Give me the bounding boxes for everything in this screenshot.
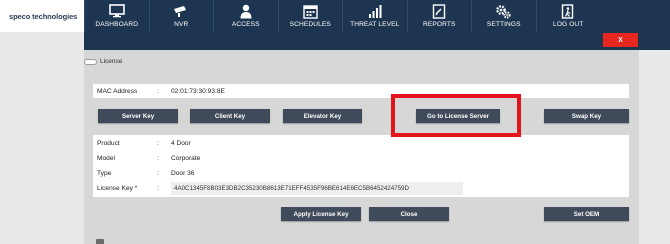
nav-schedules[interactable]: SCHEDULES xyxy=(277,0,343,32)
mac-address-separator: : xyxy=(157,87,159,95)
license-content: License MAC Address : 02:01:73:30:93:8E … xyxy=(84,50,639,244)
nav-reports[interactable]: REPORTS xyxy=(406,0,472,32)
section-title: License xyxy=(84,58,122,65)
nav-reports-label: REPORTS xyxy=(423,21,456,28)
product-row: Product : 4 Door xyxy=(93,136,629,151)
left-sidebar-strip xyxy=(0,32,84,244)
monitor-icon xyxy=(108,3,126,19)
nav-dashboard[interactable]: DASHBOARD xyxy=(84,0,149,32)
license-key-separator: : xyxy=(157,185,159,192)
elevator-key-button[interactable]: Elevator Key xyxy=(283,109,362,123)
person-icon xyxy=(237,3,255,19)
license-details-panel: Product : 4 Door Model : Corporate Type … xyxy=(93,135,629,197)
nav-threat-level[interactable]: THREAT LEVEL xyxy=(342,0,407,32)
product-value: 4 Door xyxy=(171,140,191,147)
type-row: Type : Door 36 xyxy=(93,166,629,181)
nav-settings-label: SETTINGS xyxy=(486,21,521,28)
nav-access[interactable]: ACCESS xyxy=(213,0,278,32)
apply-license-key-button[interactable]: Apply License Key xyxy=(281,207,361,221)
nav-access-label: ACCESS xyxy=(231,21,260,28)
calendar-icon xyxy=(301,3,319,19)
mac-address-row: MAC Address : 02:01:73:30:93:8E xyxy=(93,84,629,98)
license-key-input[interactable]: 4A0C1345F8B03E3DB2C35230B8613E71EFF4535F… xyxy=(171,182,463,195)
close-window-button[interactable]: X xyxy=(603,33,638,47)
bottom-checkbox-icon[interactable] xyxy=(96,239,104,244)
nav-log-out-label: LOG OUT xyxy=(553,21,584,28)
type-label: Type xyxy=(97,170,112,177)
mac-address-value: 02:01:73:30:93:8E xyxy=(171,87,225,95)
gears-icon xyxy=(495,3,513,19)
window-header-bar xyxy=(0,32,670,50)
sidebar-header xyxy=(0,32,84,50)
model-value: Corporate xyxy=(171,155,201,162)
product-label: Product xyxy=(97,140,120,147)
right-edge-strip xyxy=(639,50,670,244)
type-separator: : xyxy=(157,170,159,177)
section-toggle-icon[interactable] xyxy=(84,58,97,65)
license-key-label: License Key * xyxy=(97,185,138,192)
go-to-license-server-button[interactable]: Go to License Server xyxy=(416,109,500,123)
camera-icon xyxy=(172,3,190,19)
top-navigation-bar: speco technologies DASHBOARD NVR ACCESS … xyxy=(0,0,670,32)
section-title-text: License xyxy=(100,58,123,65)
server-key-button[interactable]: Server Key xyxy=(98,109,178,123)
nav-nvr-label: NVR xyxy=(174,21,189,28)
logo: speco technologies xyxy=(0,0,84,32)
mac-address-panel: MAC Address : 02:01:73:30:93:8E xyxy=(93,84,629,98)
model-label: Model xyxy=(97,155,115,162)
exit-icon xyxy=(559,3,577,19)
type-value: Door 36 xyxy=(171,170,195,177)
nav-nvr[interactable]: NVR xyxy=(148,0,214,32)
set-oem-button[interactable]: Set OEM xyxy=(544,207,629,221)
nav-log-out[interactable]: LOG OUT xyxy=(535,0,601,32)
report-icon xyxy=(430,3,448,19)
nav-settings[interactable]: SETTINGS xyxy=(471,0,536,32)
mac-address-label: MAC Address xyxy=(97,87,138,95)
main-nav: DASHBOARD NVR ACCESS SCHEDULES THREAT LE… xyxy=(84,0,670,32)
nav-schedules-label: SCHEDULES xyxy=(289,21,331,28)
nav-dashboard-label: DASHBOARD xyxy=(95,21,139,28)
product-separator: : xyxy=(157,140,159,147)
nav-threat-level-label: THREAT LEVEL xyxy=(350,21,400,28)
client-key-button[interactable]: Client Key xyxy=(190,109,270,123)
signal-bars-icon xyxy=(366,3,384,19)
logo-text: speco technologies xyxy=(9,11,78,21)
close-button[interactable]: Close xyxy=(369,207,449,221)
model-separator: : xyxy=(157,155,159,162)
model-row: Model : Corporate xyxy=(93,151,629,166)
license-key-row: License Key * : 4A0C1345F8B03E3DB2C35230… xyxy=(93,181,629,196)
swap-key-button[interactable]: Swap Key xyxy=(544,109,629,123)
